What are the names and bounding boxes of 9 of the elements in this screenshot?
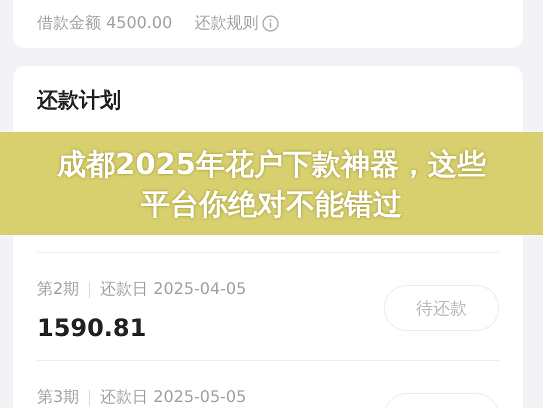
installment-period: 第3期 — [37, 387, 80, 408]
due-date: 还款日 2025-04-05 — [100, 279, 246, 300]
due-date: 还款日 2025-05-05 — [100, 387, 246, 408]
installment-period: 第2期 — [37, 279, 80, 300]
installment-amount: 1590.81 — [37, 314, 148, 342]
rules-link[interactable]: 还款规则 — [194, 13, 258, 34]
info-icon[interactable] — [262, 15, 280, 32]
status-button[interactable]: 待还款 — [384, 285, 499, 331]
loan-amount: 借款金额 4500.00 — [37, 13, 172, 34]
